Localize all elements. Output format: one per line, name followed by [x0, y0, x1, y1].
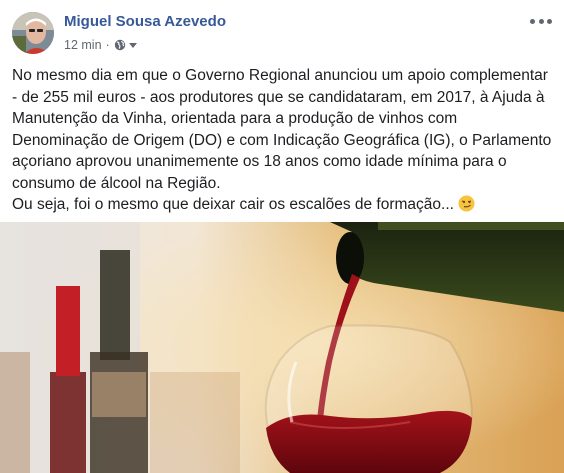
avatar-photo — [12, 12, 54, 54]
wine-pouring-photo[interactable] — [0, 222, 564, 473]
photo-illustration — [0, 222, 564, 473]
text-line: Denominação de Origem (DO) e com Indicaç… — [12, 131, 552, 149]
timestamp[interactable]: 12 min — [64, 38, 102, 52]
smirking-face-emoji — [458, 195, 475, 212]
text-line: - de 255 mil euros - aos produtores que … — [12, 88, 545, 106]
globe-icon[interactable] — [114, 39, 126, 51]
facebook-post: Miguel Sousa Azevedo 12 min · No mesmo d… — [0, 0, 564, 473]
text-line-with-emoji: Ou seja, foi o mesmo que deixar cair os … — [12, 194, 557, 216]
text-line: consumo de álcool na Região. — [12, 174, 221, 192]
post-text: No mesmo dia em que o Governo Regional a… — [12, 65, 557, 216]
post-header: Miguel Sousa Azevedo 12 min · — [12, 10, 552, 56]
more-options-icon[interactable] — [530, 14, 552, 28]
author-name[interactable]: Miguel Sousa Azevedo — [64, 13, 226, 30]
text-line: No mesmo dia em que o Governo Regional a… — [12, 67, 548, 84]
chevron-down-icon[interactable] — [128, 42, 137, 48]
text-line: Manutenção da Vinha, orientada para a pr… — [12, 110, 458, 127]
post-meta: 12 min · — [64, 38, 137, 52]
separator: · — [105, 38, 110, 52]
text-line: Ou seja, foi o mesmo que deixar cair os … — [12, 196, 454, 213]
avatar[interactable] — [12, 12, 54, 54]
text-line: açoriano aprovou unanimemente os 18 anos… — [12, 153, 507, 170]
